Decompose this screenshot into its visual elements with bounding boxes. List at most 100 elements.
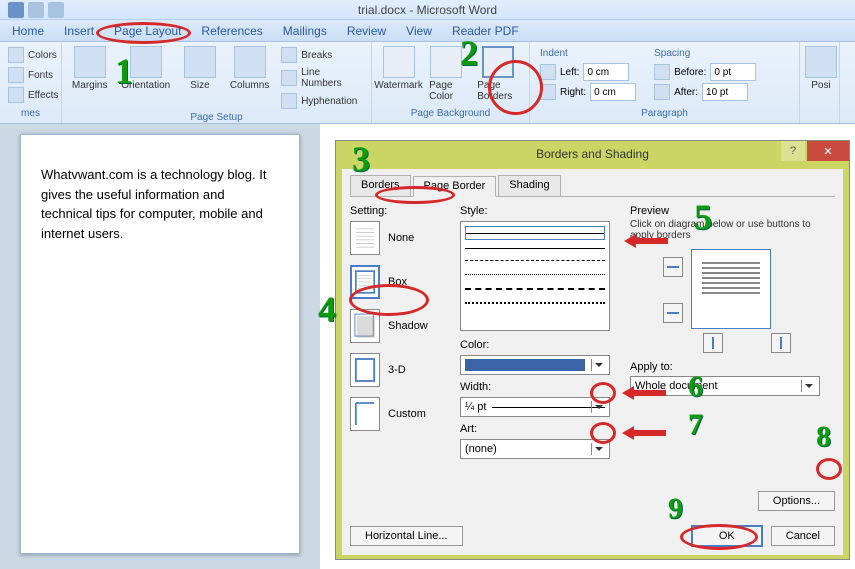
setting-none[interactable]: None [350,221,450,255]
ribbon-tabs: Home Insert Page Layout References Maili… [0,20,855,42]
color-dropdown[interactable] [460,355,610,375]
edge-left-button[interactable] [703,333,723,353]
tab-mailings[interactable]: Mailings [273,21,337,41]
edge-top-button[interactable] [663,257,683,277]
size-icon [184,46,216,78]
page-background-group-label: Page Background [376,106,525,121]
preview-hint: Click on diagram below or use buttons to… [630,219,835,241]
dialog-help-button[interactable]: ? [781,141,805,161]
tab-page-border[interactable]: Page Border [413,176,497,197]
hyphenation-icon [281,93,297,109]
quick-access-toolbar [0,0,64,20]
annotation-num-4: 4 [318,288,336,330]
line-numbers-button[interactable]: Line Numbers [277,66,367,90]
setting-3d[interactable]: 3-D [350,353,450,387]
style-listbox[interactable] [460,221,610,331]
setting-label: Setting: [350,205,450,217]
indent-left-input[interactable] [583,63,629,81]
fonts-button[interactable]: Fonts [4,66,62,84]
style-label: Style: [460,205,620,217]
tab-references[interactable]: References [191,21,272,41]
breaks-icon [281,47,297,63]
paragraph-group-label: Paragraph [534,106,795,121]
ribbon-group-page-setup: Margins Orientation Size Columns Breaks … [62,42,372,123]
dialog-close-button[interactable]: ✕ [807,141,849,161]
preview-label: Preview [630,205,835,217]
margins-button[interactable]: Margins [66,44,113,93]
color-label: Color: [460,339,620,351]
position-icon [805,46,837,78]
tab-borders[interactable]: Borders [350,175,411,196]
spacing-after-input[interactable] [702,83,748,101]
art-label: Art: [460,423,620,435]
art-dropdown[interactable]: (none) [460,439,610,459]
ribbon-group-arrange: Posi [800,42,840,123]
preview-page[interactable] [691,249,771,329]
tab-shading[interactable]: Shading [498,175,560,196]
spacing-before-input[interactable] [710,63,756,81]
orientation-icon [130,46,162,78]
columns-icon [234,46,266,78]
ribbon-group-paragraph: Indent Left: Right: Spacing Before: Afte… [530,42,800,123]
edge-right-button[interactable] [771,333,791,353]
window-title: trial.docx - Microsoft Word [358,3,497,17]
setting-custom[interactable]: Custom [350,397,450,431]
spacing-before-icon [654,64,670,80]
themes-group-label: mes [4,106,57,121]
tab-reader-pdf[interactable]: Reader PDF [442,21,529,41]
breaks-button[interactable]: Breaks [277,46,367,64]
width-label: Width: [460,381,620,393]
ribbon-group-themes: Colors Fonts Effects mes [0,42,62,123]
preview-diagram [663,249,803,349]
page-borders-button[interactable]: Page Borders [471,44,525,104]
apply-to-dropdown[interactable]: Whole document [630,376,820,396]
indent-right-input[interactable] [590,83,636,101]
undo-icon[interactable] [28,2,44,18]
hyphenation-button[interactable]: Hyphenation [277,92,367,110]
spacing-after-icon [654,84,670,100]
options-button[interactable]: Options... [758,491,835,511]
orientation-button[interactable]: Orientation [115,44,176,93]
size-button[interactable]: Size [178,44,222,93]
horizontal-line-button[interactable]: Horizontal Line... [350,526,463,546]
width-dropdown[interactable]: ¼ pt [460,397,610,417]
style-column: Style: Color: Width: ¼ pt Art: (none) [460,205,620,507]
redo-icon[interactable] [48,2,64,18]
borders-shading-dialog: Borders and Shading ? ✕ Borders Page Bor… [335,140,850,560]
columns-button[interactable]: Columns [224,44,275,93]
save-icon[interactable] [8,2,24,18]
color-swatch [465,359,585,371]
watermark-icon [383,46,415,78]
page-color-icon [430,46,462,78]
page-color-button[interactable]: Page Color [423,44,469,104]
line-numbers-icon [281,70,297,86]
position-button[interactable]: Posi [804,44,838,93]
indent-right-icon [540,84,556,100]
ribbon-group-page-background: Watermark Page Color Page Borders Page B… [372,42,530,123]
setting-shadow[interactable]: Shadow [350,309,450,343]
tab-home[interactable]: Home [2,21,54,41]
indent-left-icon [540,64,556,80]
cancel-button[interactable]: Cancel [771,526,835,546]
fonts-icon [8,67,24,83]
watermark-button[interactable]: Watermark [376,44,421,93]
tab-page-layout[interactable]: Page Layout [104,21,191,41]
colors-button[interactable]: Colors [4,46,62,64]
effects-icon [8,87,24,103]
dialog-title-bar: Borders and Shading ? ✕ [336,141,849,167]
spacing-header: Spacing [654,48,756,61]
tab-review[interactable]: Review [337,21,396,41]
edge-bottom-button[interactable] [663,303,683,323]
apply-to-label: Apply to: [630,361,835,373]
document-page[interactable]: Whatvwant.com is a technology blog. It g… [20,134,300,554]
document-area: Whatvwant.com is a technology blog. It g… [0,124,320,569]
setting-box[interactable]: Box [350,265,450,299]
effects-button[interactable]: Effects [4,86,62,104]
ok-button[interactable]: OK [691,525,763,547]
tab-insert[interactable]: Insert [54,21,104,41]
dialog-title: Borders and Shading [536,147,649,161]
title-bar: trial.docx - Microsoft Word [0,0,855,20]
page-borders-icon [482,46,514,78]
page-setup-group-label: Page Setup [66,110,367,125]
tab-view[interactable]: View [396,21,442,41]
